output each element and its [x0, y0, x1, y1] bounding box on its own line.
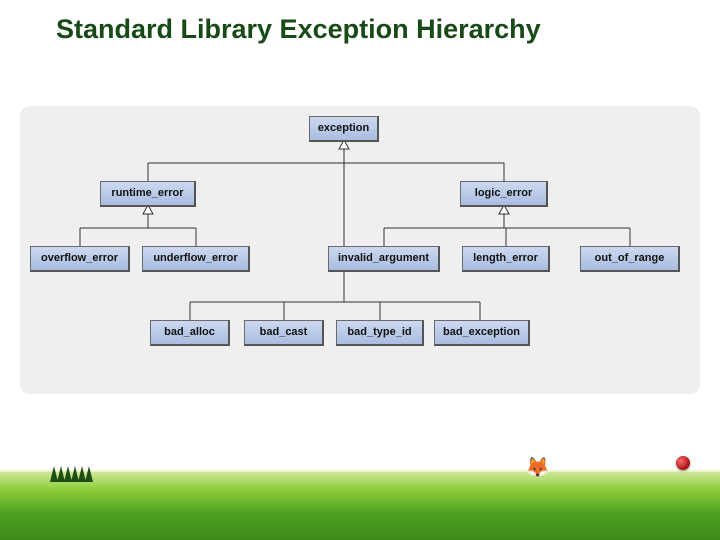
node-overflow-error: overflow_error — [30, 246, 130, 272]
node-bad-cast: bad_cast — [244, 320, 324, 346]
trees-icon — [50, 466, 110, 486]
node-exception: exception — [309, 116, 379, 142]
node-underflow-error: underflow_error — [142, 246, 250, 272]
node-length-error: length_error — [462, 246, 550, 272]
page-title: Standard Library Exception Hierarchy — [0, 0, 720, 45]
node-invalid-argument: invalid_argument — [328, 246, 440, 272]
node-bad-type-id: bad_type_id — [336, 320, 424, 346]
fox-icon: 🦊 — [525, 458, 550, 478]
node-logic-error: logic_error — [460, 181, 548, 207]
node-runtime-error: runtime_error — [100, 181, 196, 207]
node-out-of-range: out_of_range — [580, 246, 680, 272]
node-bad-alloc: bad_alloc — [150, 320, 230, 346]
diagram-panel: exception runtime_error logic_error over… — [20, 106, 700, 394]
node-bad-exception: bad_exception — [434, 320, 530, 346]
red-dot-icon — [676, 456, 690, 470]
